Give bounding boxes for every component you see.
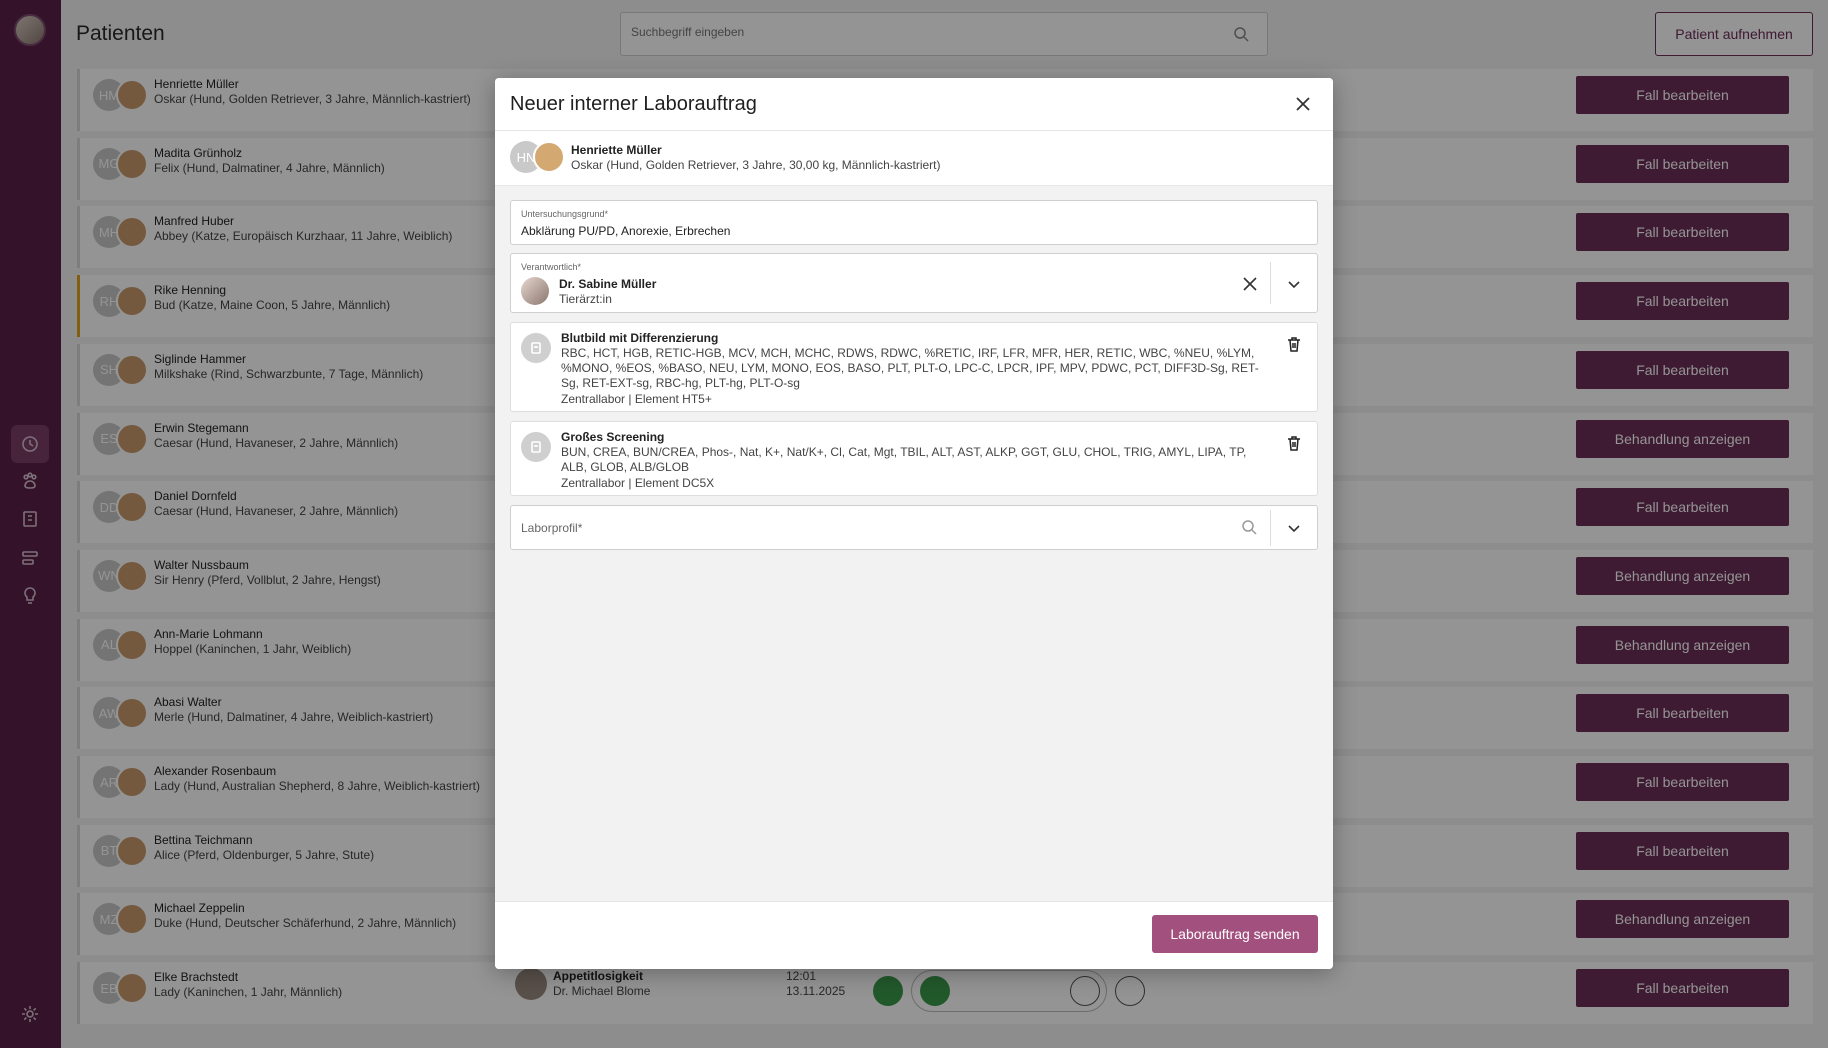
lab-params: RBC, HCT, HGB, RETIC-HGB, MCV, MCH, MCHC… — [561, 346, 1259, 390]
chevron-down-icon[interactable] — [1285, 519, 1303, 537]
chevron-down-icon[interactable] — [1285, 275, 1303, 293]
responsible-label: Verantwortlich* — [521, 262, 582, 272]
responsible-role: Tierärzt:in — [559, 292, 612, 306]
trash-icon[interactable] — [1285, 434, 1303, 452]
lab-flask-icon — [521, 333, 551, 363]
modal-header: Neuer interner Laborauftrag — [495, 78, 1333, 131]
modal-footer: Laborauftrag senden — [495, 901, 1333, 969]
divider — [1270, 262, 1271, 304]
patient-owner: Henriette Müller — [571, 143, 662, 157]
lab-name: Großes Screening — [561, 430, 665, 444]
trash-icon[interactable] — [1285, 335, 1303, 353]
lab-profile-label: Laborprofil* — [521, 521, 583, 535]
clear-icon[interactable] — [1241, 275, 1259, 293]
search-icon[interactable] — [1241, 519, 1259, 537]
lab-profile-select[interactable]: Laborprofil* — [510, 505, 1318, 550]
lab-device: Zentrallabor | Element HT5+ — [561, 392, 712, 406]
patient-pet: Oskar (Hund, Golden Retriever, 3 Jahre, … — [571, 158, 941, 172]
pet-avatar — [533, 141, 565, 173]
lab-item: Großes Screening BUN, CREA, BUN/CREA, Ph… — [510, 421, 1318, 496]
lab-name: Blutbild mit Differenzierung — [561, 331, 719, 345]
lab-order-modal: Neuer interner Laborauftrag HN Henriette… — [495, 78, 1333, 969]
lab-item: Blutbild mit Differenzierung RBC, HCT, H… — [510, 322, 1318, 412]
reason-field[interactable]: Untersuchungsgrund* Abklärung PU/PD, Ano… — [510, 200, 1318, 245]
divider — [1270, 510, 1271, 546]
responsible-field[interactable]: Verantwortlich* Dr. Sabine Müller Tierär… — [510, 253, 1318, 313]
reason-label: Untersuchungsgrund* — [521, 209, 609, 219]
responsible-name: Dr. Sabine Müller — [559, 277, 657, 291]
reason-value[interactable]: Abklärung PU/PD, Anorexie, Erbrechen — [521, 224, 730, 238]
lab-device: Zentrallabor | Element DC5X — [561, 476, 715, 490]
close-icon[interactable] — [1293, 94, 1313, 114]
doctor-avatar — [521, 277, 549, 305]
modal-title: Neuer interner Laborauftrag — [510, 93, 757, 115]
lab-params: BUN, CREA, BUN/CREA, Phos-, Nat, K+, Nat… — [561, 445, 1247, 474]
modal-patient-info: HN Henriette Müller Oskar (Hund, Golden … — [495, 131, 1333, 186]
send-lab-order-button[interactable]: Laborauftrag senden — [1152, 915, 1318, 953]
lab-flask-icon — [521, 432, 551, 462]
